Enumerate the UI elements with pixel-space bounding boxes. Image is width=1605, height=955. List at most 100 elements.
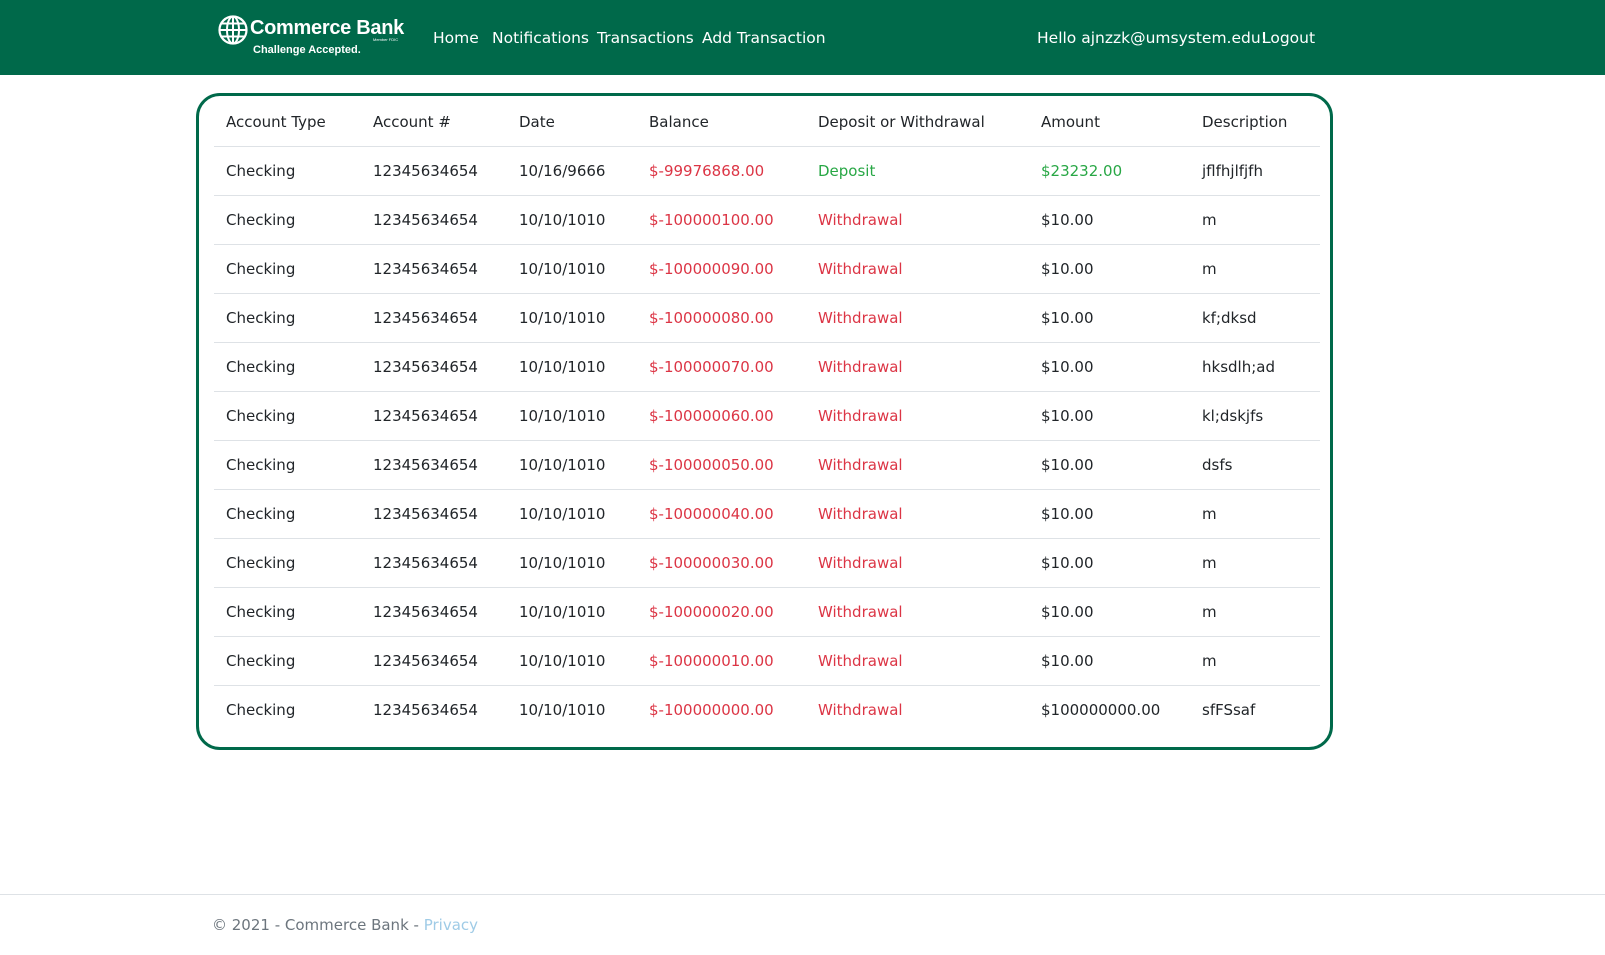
cell-description: m (1202, 505, 1217, 523)
globe-icon (218, 15, 248, 45)
cell-account-type: Checking (226, 211, 296, 229)
cell-type: Withdrawal (818, 652, 903, 670)
table-row: Checking 12345634654 10/10/1010 $-100000030… (214, 539, 1320, 588)
user-greeting: Hello ajnzzk@umsystem.edu! (1037, 29, 1267, 47)
nav-link-home[interactable]: Home (433, 29, 479, 47)
cell-balance: $-100000090.00 (649, 260, 774, 278)
cell-account-number: 12345634654 (373, 554, 478, 572)
cell-amount: $10.00 (1041, 358, 1094, 376)
column-header-account-number: Account # (373, 113, 451, 131)
cell-account-number: 12345634654 (373, 309, 478, 327)
cell-account-type: Checking (226, 554, 296, 572)
cell-date: 10/10/1010 (519, 701, 606, 719)
table-row: Checking 12345634654 10/10/1010 $-100000090… (214, 245, 1320, 294)
cell-account-type: Checking (226, 358, 296, 376)
cell-description: m (1202, 603, 1217, 621)
column-header-description: Description (1202, 113, 1288, 131)
top-navbar: Commerce Bank Member FDIC Challenge Acce… (0, 0, 1605, 75)
cell-amount: $10.00 (1041, 456, 1094, 474)
cell-balance: $-100000020.00 (649, 603, 774, 621)
table-row: Checking 12345634654 10/10/1010 $-100000010… (214, 637, 1320, 686)
table-row: Checking 12345634654 10/10/1010 $-100000020… (214, 588, 1320, 637)
nav-link-notifications[interactable]: Notifications (492, 29, 589, 47)
column-header-amount: Amount (1041, 113, 1100, 131)
cell-account-type: Checking (226, 701, 296, 719)
cell-balance: $-100000080.00 (649, 309, 774, 327)
cell-date: 10/10/1010 (519, 358, 606, 376)
cell-balance: $-100000050.00 (649, 456, 774, 474)
cell-description: jflfhjlfjfh (1202, 162, 1263, 180)
cell-balance: $-99976868.00 (649, 162, 765, 180)
cell-account-type: Checking (226, 407, 296, 425)
cell-description: m (1202, 652, 1217, 670)
footer-divider (0, 894, 1605, 895)
cell-account-type: Checking (226, 603, 296, 621)
cell-amount: $10.00 (1041, 603, 1094, 621)
column-header-deposit-or-withdrawal: Deposit or Withdrawal (818, 113, 985, 131)
cell-date: 10/10/1010 (519, 309, 606, 327)
cell-amount: $100000000.00 (1041, 701, 1161, 719)
cell-account-type: Checking (226, 162, 296, 180)
cell-type: Withdrawal (818, 309, 903, 327)
cell-amount: $10.00 (1041, 407, 1094, 425)
column-header-balance: Balance (649, 113, 709, 131)
cell-balance: $-100000000.00 (649, 701, 774, 719)
cell-balance: $-100000010.00 (649, 652, 774, 670)
cell-account-number: 12345634654 (373, 260, 478, 278)
privacy-link[interactable]: Privacy (424, 916, 478, 934)
cell-description: dsfs (1202, 456, 1233, 474)
cell-type: Withdrawal (818, 701, 903, 719)
cell-account-type: Checking (226, 260, 296, 278)
cell-description: kl;dskjfs (1202, 407, 1264, 425)
cell-description: m (1202, 554, 1217, 572)
cell-type: Withdrawal (818, 456, 903, 474)
table-row: Checking 12345634654 10/10/1010 $-100000050… (214, 441, 1320, 490)
cell-date: 10/16/9666 (519, 162, 606, 180)
cell-balance: $-100000070.00 (649, 358, 774, 376)
cell-description: hksdlh;ad (1202, 358, 1275, 376)
cell-description: sfFSsaf (1202, 701, 1256, 719)
cell-description: kf;dksd (1202, 309, 1257, 327)
cell-date: 10/10/1010 (519, 407, 606, 425)
table-row: Checking 12345634654 10/10/1010 $-100000070… (214, 343, 1320, 392)
cell-amount: $10.00 (1041, 309, 1094, 327)
cell-amount: $10.00 (1041, 260, 1094, 278)
cell-type: Withdrawal (818, 358, 903, 376)
cell-balance: $-100000060.00 (649, 407, 774, 425)
cell-account-number: 12345634654 (373, 456, 478, 474)
cell-type: Deposit (818, 162, 876, 180)
transactions-table: Account Type Account # Date Balance Depo… (214, 98, 1320, 735)
cell-account-number: 12345634654 (373, 505, 478, 523)
column-header-date: Date (519, 113, 555, 131)
cell-type: Withdrawal (818, 407, 903, 425)
cell-balance: $-100000100.00 (649, 211, 774, 229)
cell-account-number: 12345634654 (373, 652, 478, 670)
table-row: Checking 12345634654 10/10/1010 $-100000080… (214, 294, 1320, 343)
cell-date: 10/10/1010 (519, 505, 606, 523)
cell-amount: $23232.00 (1041, 162, 1123, 180)
cell-type: Withdrawal (818, 554, 903, 572)
cell-date: 10/10/1010 (519, 211, 606, 229)
cell-date: 10/10/1010 (519, 456, 606, 474)
cell-balance: $-100000040.00 (649, 505, 774, 523)
nav-link-transactions[interactable]: Transactions (597, 29, 694, 47)
cell-account-type: Checking (226, 505, 296, 523)
nav-link-logout[interactable]: Logout (1262, 29, 1315, 47)
cell-account-number: 12345634654 (373, 358, 478, 376)
brand-logo[interactable]: Commerce Bank Member FDIC Challenge Acce… (218, 14, 404, 60)
cell-date: 10/10/1010 (519, 260, 606, 278)
cell-account-number: 12345634654 (373, 211, 478, 229)
cell-account-type: Checking (226, 309, 296, 327)
table-row: Checking 12345634654 10/10/1010 $-100000060… (214, 392, 1320, 441)
table-row: Checking 12345634654 10/10/1010 $-100000040… (214, 490, 1320, 539)
table-header-row: Account Type Account # Date Balance Depo… (214, 98, 1320, 147)
cell-amount: $10.00 (1041, 505, 1094, 523)
cell-account-number: 12345634654 (373, 407, 478, 425)
cell-date: 10/10/1010 (519, 603, 606, 621)
cell-amount: $10.00 (1041, 554, 1094, 572)
nav-link-add-transaction[interactable]: Add Transaction (702, 29, 826, 47)
cell-date: 10/10/1010 (519, 652, 606, 670)
cell-type: Withdrawal (818, 260, 903, 278)
column-header-account-type: Account Type (226, 113, 326, 131)
cell-description: m (1202, 260, 1217, 278)
